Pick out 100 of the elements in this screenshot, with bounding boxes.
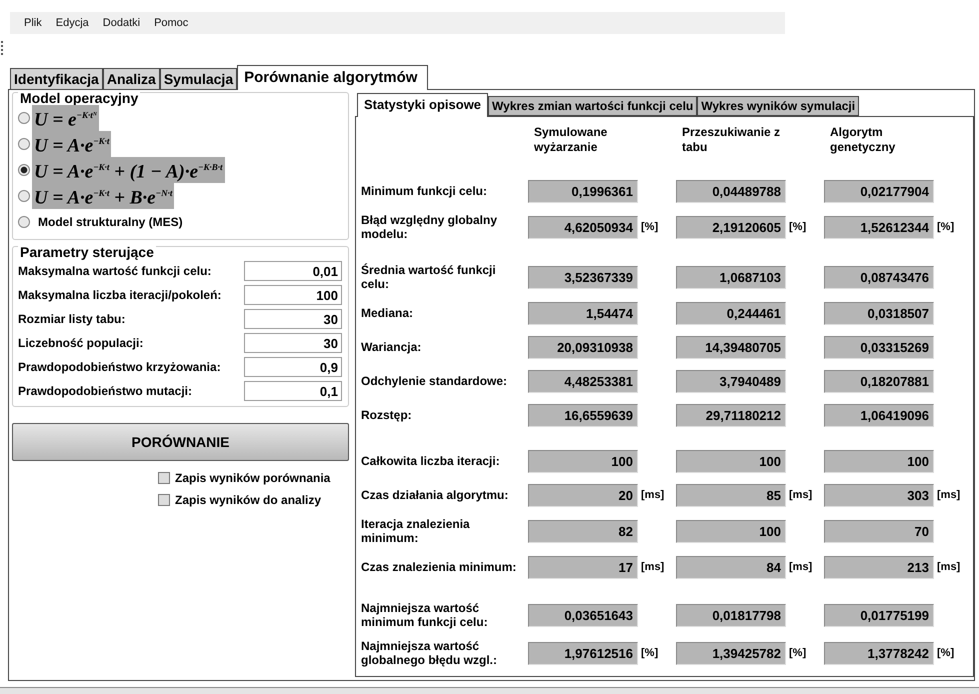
checkbox-label: Zapis wyników porównania	[175, 471, 330, 485]
menu-item[interactable]: Dodatki	[102, 17, 140, 29]
checkbox[interactable]	[158, 472, 170, 484]
input-field[interactable]: 0,01	[244, 261, 342, 281]
value-field: 1,97612516	[528, 642, 638, 664]
value-field: 100	[528, 450, 638, 472]
unit-label: [ms]	[936, 489, 962, 501]
tab[interactable]: Identyfikacja	[10, 68, 103, 89]
value-field: 1,3778242	[824, 642, 934, 664]
value-field: 0,01775199	[824, 604, 934, 626]
field-label: Rozmiar listy tabu:	[18, 312, 126, 326]
value-field: 1,0687103	[676, 266, 786, 288]
field-label: Prawdopodobieństwo krzyżowania:	[18, 360, 221, 374]
row-label: Całkowita liczba iteracji:	[361, 454, 501, 468]
value-field: 0,03315269	[824, 336, 934, 358]
value-field: 1,39425782	[676, 642, 786, 664]
tab[interactable]: Wykres zmian wartości funkcji celu	[488, 96, 698, 116]
input-field[interactable]: 30	[244, 309, 342, 329]
value-field: 100	[676, 450, 786, 472]
tab[interactable]: Porównanie algorytmów	[237, 65, 428, 90]
tab[interactable]: Wykres wyników symulacji	[697, 96, 860, 116]
field-label: Maksymalna wartość funkcji celu:	[18, 264, 212, 278]
value-field: 84	[676, 556, 786, 578]
checkbox[interactable]	[158, 494, 170, 506]
field-label: Maksymalna liczba iteracji/pokoleń:	[18, 288, 222, 302]
input-field[interactable]: 0,1	[244, 381, 342, 401]
value-field: 0,0318507	[824, 302, 934, 324]
menu-item[interactable]: Pomoc	[154, 17, 188, 29]
value-field: 0,08743476	[824, 266, 934, 288]
input-field[interactable]: 0,9	[244, 357, 342, 377]
formula-label: U = A·e$^{−K·t}$ + (1 − A)·e$^{−K·B·t}$	[32, 157, 225, 183]
menu-item[interactable]: Edycja	[56, 17, 89, 29]
value-field: 100	[824, 450, 934, 472]
value-field: 1,52612344	[824, 216, 934, 238]
row-label: Mediana:	[361, 306, 414, 320]
value-field: 20,09310938	[528, 336, 638, 358]
value-field: 0,03651643	[528, 604, 638, 626]
unit-label: [%]	[936, 647, 956, 659]
value-field: 70	[824, 520, 934, 542]
radio-button[interactable]	[18, 216, 30, 228]
unit-label: [ms]	[640, 561, 666, 573]
unit-label: [ms]	[936, 561, 962, 573]
column-header: Algorytm genetyczny	[829, 125, 896, 155]
row-label: Najmniejsza wartość minimum funkcji celu:	[361, 601, 489, 629]
value-field: 3,7940489	[676, 370, 786, 392]
value-field: 100	[676, 520, 786, 542]
value-field: 1,54474	[528, 302, 638, 324]
row-label: Wariancja:	[361, 340, 422, 354]
group-title: Parametry sterujące	[18, 245, 156, 259]
radio-button[interactable]	[18, 138, 30, 150]
value-field: 4,48253381	[528, 370, 638, 392]
field-label: Liczebność populacji:	[18, 336, 144, 350]
value-field: 17	[528, 556, 638, 578]
row-label: Odchylenie standardowe:	[361, 374, 508, 388]
value-field: 0,01817798	[676, 604, 786, 626]
checkbox-label: Zapis wyników do analizy	[175, 493, 322, 507]
value-field: 0,1996361	[528, 180, 638, 202]
value-field: 29,71180212	[676, 404, 786, 426]
toolbar-grip-icon[interactable]	[1, 41, 4, 55]
value-field: 3,52367339	[528, 266, 638, 288]
column-header: Symulowane wyżarzanie	[533, 125, 608, 155]
group-title: Model operacyjny	[18, 91, 140, 105]
unit-label: [%]	[788, 647, 808, 659]
value-field: 0,04489788	[676, 180, 786, 202]
value-field: 85	[676, 484, 786, 506]
unit-label: [%]	[936, 221, 956, 233]
unit-label: [%]	[788, 221, 808, 233]
unit-label: [ms]	[640, 489, 666, 501]
input-field[interactable]: 30	[244, 333, 342, 353]
row-label: Minimum funkcji celu:	[361, 184, 488, 198]
row-label: Błąd względny globalny modelu:	[361, 213, 498, 241]
row-label: Iteracja znalezienia minimum:	[361, 517, 471, 545]
unit-label: [%]	[640, 647, 660, 659]
row-label: Czas znalezienia minimum:	[361, 560, 518, 574]
formula-label: U = A·e$^{−K·t}$ + B·e$^{−N·t}$	[32, 183, 174, 209]
tab[interactable]: Symulacja	[160, 68, 238, 89]
radio-button[interactable]	[18, 112, 30, 124]
value-field: 16,6559639	[528, 404, 638, 426]
field-label: Prawdopodobieństwo mutacji:	[18, 384, 192, 398]
radio-button[interactable]	[18, 164, 30, 176]
row-label: Czas działania algorytmu:	[361, 488, 510, 502]
input-field[interactable]: 100	[244, 285, 342, 305]
value-field: 1,06419096	[824, 404, 934, 426]
radio-label: Model strukturalny (MES)	[38, 215, 183, 229]
tab[interactable]: Analiza	[102, 68, 160, 89]
tab[interactable]: Statystyki opisowe	[357, 93, 488, 117]
unit-label: [%]	[640, 221, 660, 233]
unit-label: [ms]	[788, 561, 814, 573]
value-field: 0,244461	[676, 302, 786, 324]
compare-button[interactable]: PORÓWNANIE	[12, 423, 349, 461]
row-label: Najmniejsza wartość globalnego błędu wzgl.:	[361, 639, 498, 667]
radio-button[interactable]	[18, 190, 30, 202]
formula-label: U = A·e$^{−K·t}$	[32, 131, 112, 157]
value-field: 213	[824, 556, 934, 578]
value-field: 20	[528, 484, 638, 506]
menu-item[interactable]: Plik	[24, 17, 42, 29]
column-header: Przeszukiwanie z tabu	[681, 125, 782, 155]
row-label: Rozstęp:	[361, 408, 413, 422]
value-field: 14,39480705	[676, 336, 786, 358]
value-field: 82	[528, 520, 638, 542]
